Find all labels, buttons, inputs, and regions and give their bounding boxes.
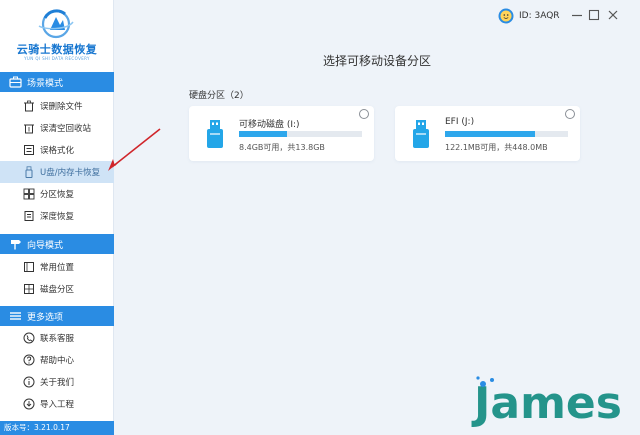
menu-icon [10,312,21,320]
phone-icon [23,332,35,344]
sidebar-item-common-locations[interactable]: 常用位置 [0,256,114,278]
james-watermark-logo: James [471,376,622,429]
sidebar-item-disk-partition[interactable]: 磁盘分区 [0,278,114,300]
disk-icon [24,284,34,294]
sidebar-item-import-project[interactable]: 导入工程 [0,393,114,415]
section-wizard-mode[interactable]: 向导模式 [0,234,114,254]
section-title: 向导模式 [27,240,64,251]
usb-drive-icon [207,120,223,148]
section-more-options[interactable]: 更多选项 [0,306,114,326]
page-title: 选择可移动设备分区 [322,54,431,68]
version-label: 版本号：3.21.0.17 [0,421,114,435]
sidebar-item-recycle-bin[interactable]: 误清空回收站 [0,117,114,139]
sidebar-item-about-us[interactable]: 关于我们 [0,371,114,393]
sidebar-item-label: 磁盘分区 [40,285,75,295]
sidebar-item-label: 误删除文件 [40,102,83,112]
sidebar-item-label: 导入工程 [40,400,75,410]
drive-select-radio[interactable] [565,109,575,119]
drive-usage-fill [239,131,287,137]
app-name: 云骑士数据恢复 [16,43,98,56]
section-title: 更多选项 [27,312,64,323]
close-icon[interactable] [606,8,620,22]
location-icon [24,262,34,272]
drive-usage-fill [445,131,535,137]
help-icon [23,354,35,366]
drive-name: 可移动磁盘 (I:) [239,120,300,130]
briefcase-icon [9,76,22,88]
title-bar: ID: 3AQR [114,0,640,40]
sidebar-item-label: 分区恢复 [40,190,75,200]
maximize-icon[interactable] [587,8,601,22]
usb-drive-icon [413,120,429,148]
sidebar-item-label: U盘/内存卡恢复 [40,168,101,178]
sidebar-item-format[interactable]: 误格式化 [0,139,114,161]
sidebar-item-label: 关于我们 [40,378,75,388]
import-icon [23,398,35,410]
sidebar-item-label: 误格式化 [40,146,75,156]
disk-section-label: 硬盘分区（2） [189,91,249,101]
avatar[interactable] [498,8,514,24]
usb-drive-icon [25,166,33,178]
sidebar-item-label: 联系客服 [40,334,75,344]
sidebar-item-label: 深度恢复 [40,212,75,222]
sidebar-item-usb-recovery[interactable]: U盘/内存卡恢复 [0,161,114,183]
watermark-text: James [471,378,622,429]
sidebar: 云骑士数据恢复 YUN QI SHI DATA RECOVERY 场景模式 误删… [0,0,114,435]
drive-card[interactable]: EFI (J:) 122.1MB可用，共448.0MB [395,106,580,161]
app-tagline: YUN QI SHI DATA RECOVERY [24,56,90,61]
sidebar-item-deleted-files[interactable]: 误删除文件 [0,95,114,117]
drive-usage-bar [239,131,362,137]
deep-scan-icon [24,211,34,221]
user-id: ID: 3AQR [519,11,560,21]
drive-name: EFI (J:) [445,117,475,127]
section-scene-mode[interactable]: 场景模式 [0,72,114,92]
info-icon [23,376,35,388]
section-title: 场景模式 [27,78,64,89]
drive-card[interactable]: 可移动磁盘 (I:) 8.4GB可用，共13.8GB [189,106,374,161]
sidebar-item-partition-recovery[interactable]: 分区恢复 [0,183,114,205]
app-logo: 云骑士数据恢复 YUN QI SHI DATA RECOVERY [0,0,114,72]
sidebar-item-label: 误清空回收站 [40,124,92,134]
sidebar-item-contact-support[interactable]: 联系客服 [0,327,114,349]
partition-icon [23,188,35,200]
signpost-icon [11,240,21,250]
recycle-bin-icon [24,124,34,134]
drive-select-radio[interactable] [359,109,369,119]
format-icon [24,145,34,155]
sidebar-item-label: 帮助中心 [40,356,75,366]
trash-icon [24,100,34,112]
drive-usage-bar [445,131,568,137]
drive-space-info: 122.1MB可用，共448.0MB [445,143,548,152]
sidebar-item-label: 常用位置 [40,263,75,273]
minimize-icon[interactable] [570,8,584,22]
cloud-knight-logo-icon [38,9,74,39]
annotation-arrow [108,128,161,171]
sidebar-item-deep-recovery[interactable]: 深度恢复 [0,205,114,227]
sidebar-item-help-center[interactable]: 帮助中心 [0,349,114,371]
drive-space-info: 8.4GB可用，共13.8GB [239,143,325,152]
